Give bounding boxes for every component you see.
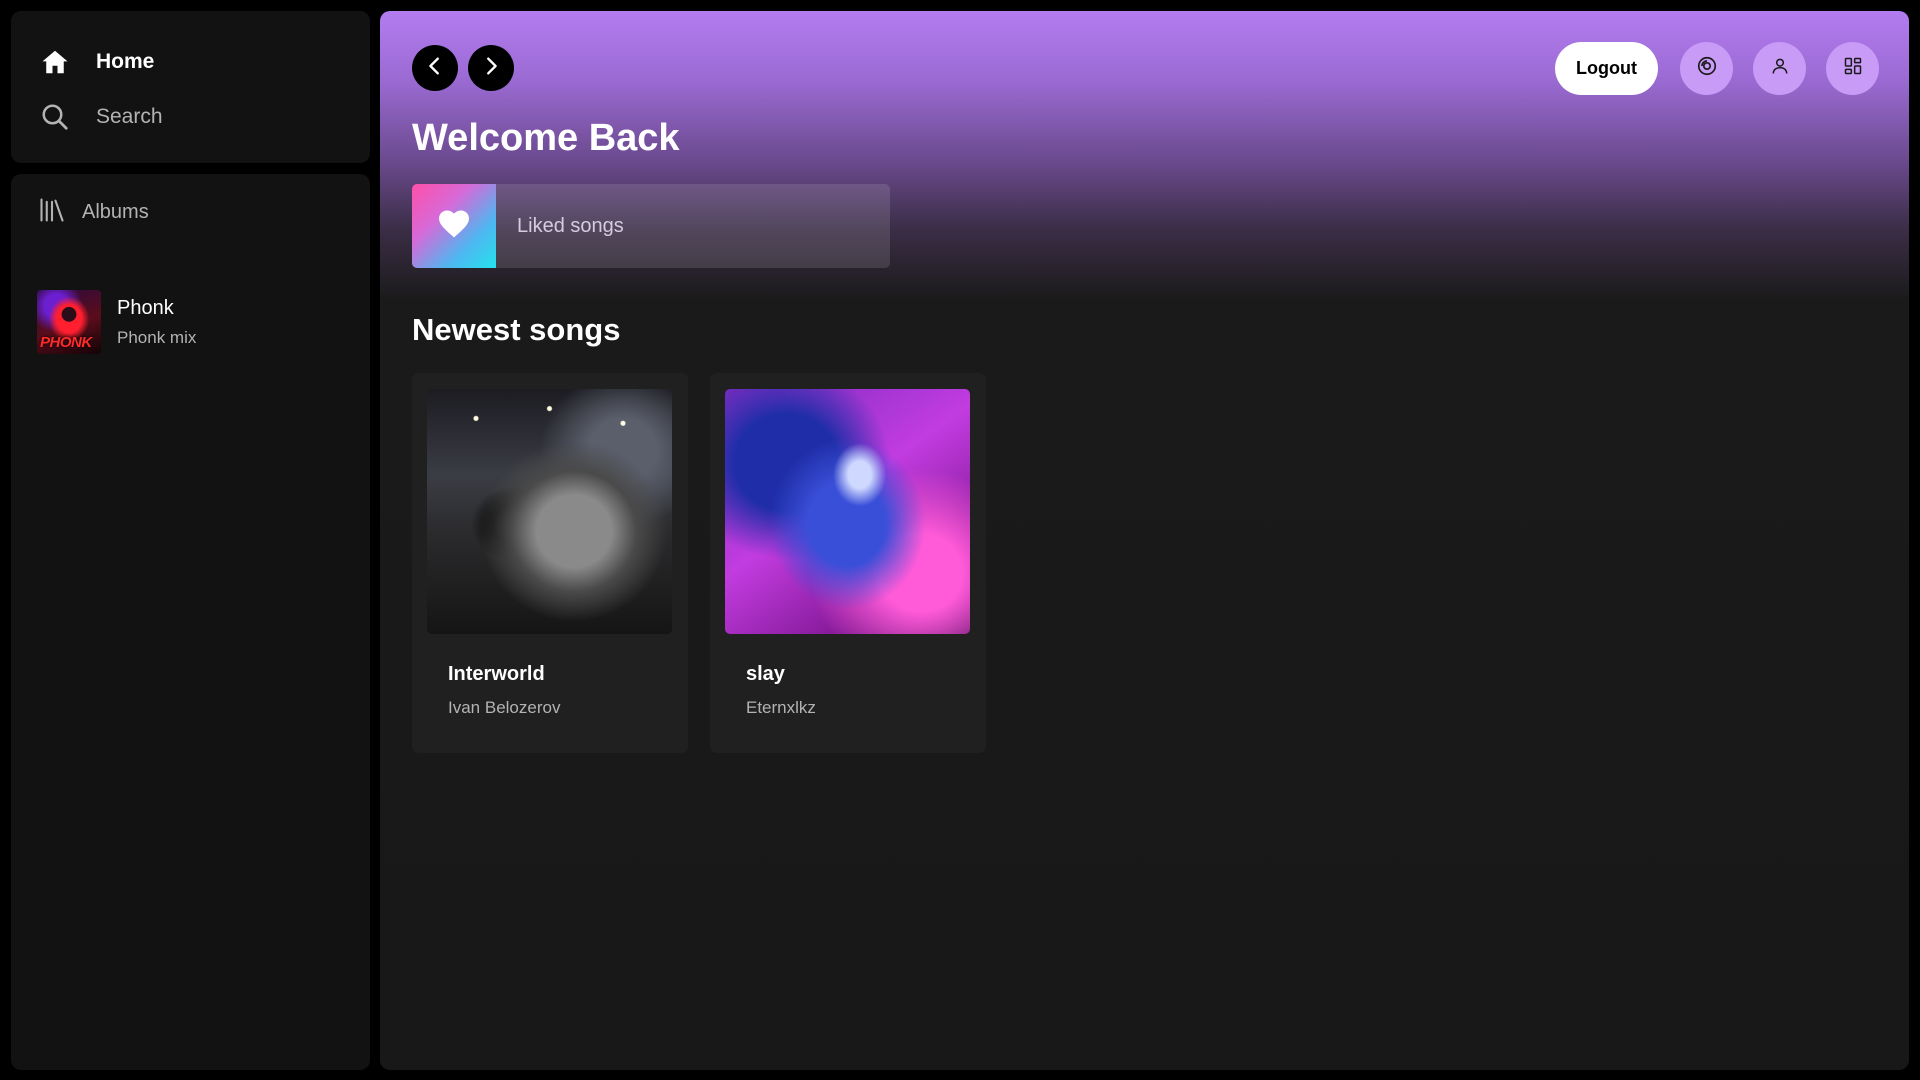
sidebar-item-label: Search — [96, 105, 163, 128]
song-artist: Ivan Belozerov — [448, 698, 561, 717]
disc-icon — [1696, 55, 1718, 82]
sidebar-nav: Home Search — [11, 11, 370, 163]
liked-songs-cover — [412, 184, 496, 268]
album-cover: PHONK — [37, 290, 101, 354]
liked-songs-card[interactable]: Liked songs — [412, 184, 890, 268]
library-header[interactable]: Albums — [38, 196, 149, 229]
library-label: Albums — [82, 201, 149, 223]
profile-button[interactable] — [1753, 42, 1806, 95]
liked-songs-label: Liked songs — [517, 214, 624, 237]
sidebar-item-search[interactable]: Search — [38, 96, 370, 138]
forward-button[interactable] — [468, 45, 514, 91]
main-content: Logout Welcome Back Liked songs Newest s… — [380, 11, 1909, 1070]
user-icon — [1770, 56, 1790, 81]
app-root: Home Search Albums PHONK Phonk Phonk mix… — [0, 0, 1920, 1080]
song-cover — [725, 389, 970, 634]
song-artist: Eternxlkz — [746, 698, 816, 717]
grid-button[interactable] — [1826, 42, 1879, 95]
album-title: Phonk — [117, 296, 174, 319]
sidebar-item-label: Home — [96, 50, 155, 73]
album-subtitle: Phonk mix — [117, 327, 197, 347]
logout-button[interactable]: Logout — [1555, 42, 1658, 95]
section-title: Newest songs — [412, 312, 621, 347]
sidebar-item-home[interactable]: Home — [38, 41, 370, 83]
album-cover-text: PHONK — [40, 334, 92, 351]
home-icon — [38, 45, 72, 79]
sidebar-library: Albums PHONK Phonk Phonk mix — [11, 174, 370, 1070]
song-cover — [427, 389, 672, 634]
grid-icon — [1843, 56, 1863, 81]
song-card[interactable]: slay Eternxlkz — [710, 373, 986, 753]
album-item[interactable]: PHONK Phonk Phonk mix — [37, 290, 196, 354]
heart-icon — [436, 206, 472, 247]
chevron-right-icon — [480, 55, 502, 82]
search-icon — [38, 100, 72, 134]
library-icon — [38, 196, 66, 229]
page-title: Welcome Back — [412, 117, 680, 159]
disc-button[interactable] — [1680, 42, 1733, 95]
chevron-left-icon — [424, 55, 446, 82]
song-card[interactable]: Interworld Ivan Belozerov — [412, 373, 688, 753]
song-title: slay — [746, 663, 785, 685]
song-title: Interworld — [448, 663, 545, 685]
back-button[interactable] — [412, 45, 458, 91]
